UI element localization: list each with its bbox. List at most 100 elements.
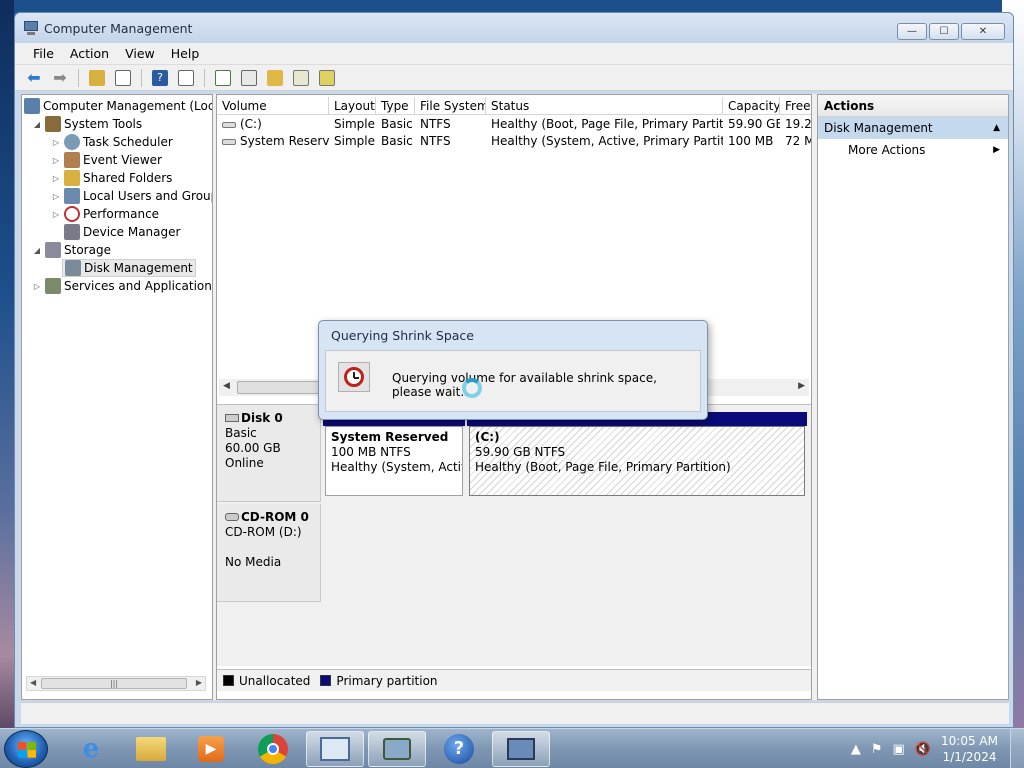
scrollbar-thumb[interactable]: [237, 381, 319, 394]
volume-muted-icon[interactable]: 🔇: [915, 742, 931, 757]
internet-explorer-icon: e: [82, 734, 100, 764]
dialog-body: Querying volume for available shrink spa…: [325, 350, 701, 412]
expand-icon[interactable]: ▷: [51, 138, 61, 147]
show-desktop-button[interactable]: [1010, 729, 1024, 768]
menu-view[interactable]: View: [117, 46, 163, 61]
disk-0-label[interactable]: Disk 0 Basic 60.00 GB Online: [217, 405, 321, 502]
taskbar: e ▶ ? ▲ ⚑ ▣ 🔇 10:05 AM 1/1/2024: [0, 728, 1024, 768]
start-button[interactable]: [4, 730, 48, 768]
volume-row[interactable]: (C:) Simple Basic NTFS Healthy (Boot, Pa…: [217, 116, 811, 133]
search-button[interactable]: [290, 67, 312, 89]
forward-button[interactable]: ➡: [49, 67, 71, 89]
settings-button[interactable]: [316, 67, 338, 89]
scroll-left-icon[interactable]: ◀: [223, 381, 230, 391]
up-level-button[interactable]: [86, 67, 108, 89]
refresh-button[interactable]: [212, 67, 234, 89]
partition-status: Healthy (Boot, Page File, Primary Partit…: [475, 460, 731, 474]
minimize-button[interactable]: —: [897, 23, 927, 40]
maximize-button[interactable]: ☐: [929, 23, 959, 40]
column-header-capacity[interactable]: Capacity: [723, 97, 780, 114]
querying-shrink-space-dialog: Querying Shrink Space Querying volume fo…: [318, 320, 708, 420]
collapse-up-icon[interactable]: ▲: [993, 117, 1000, 139]
tree-item-task-scheduler[interactable]: ▷ Task Scheduler: [51, 133, 173, 151]
column-header-type[interactable]: Type: [376, 97, 415, 114]
actions-section-disk-management[interactable]: Disk Management ▲: [818, 117, 1008, 139]
status-cell: Healthy (Boot, Page File, Primary Partit…: [491, 117, 723, 131]
expand-icon[interactable]: ▷: [32, 282, 42, 291]
taskbar-control-panel[interactable]: [306, 731, 364, 767]
scrollbar-thumb[interactable]: |||: [41, 678, 187, 689]
menu-help[interactable]: Help: [163, 46, 208, 61]
tree-item-label: Storage: [64, 243, 111, 257]
scroll-right-icon[interactable]: ▶: [798, 381, 805, 391]
type-cell: Basic: [381, 117, 413, 131]
disk-legend: Unallocated Primary partition: [217, 669, 811, 691]
toolbar-separator: [204, 68, 205, 87]
forward-arrow-icon: ➡: [53, 68, 67, 87]
column-header-status[interactable]: Status: [486, 97, 723, 114]
menu-file[interactable]: File: [25, 46, 62, 61]
actions-section-label: Disk Management: [824, 121, 933, 135]
hard-disk-icon: [225, 414, 239, 422]
tree-item-local-users[interactable]: ▷ Local Users and Groups: [51, 187, 213, 205]
tree-item-shared-folders[interactable]: ▷ Shared Folders: [51, 169, 172, 187]
collapse-icon[interactable]: ◢: [32, 246, 42, 255]
partition-size: 100 MB NTFS: [331, 445, 411, 459]
taskbar-chrome[interactable]: [244, 731, 302, 767]
tree-item-performance[interactable]: ▷ Performance: [51, 205, 159, 223]
taskbar-file-explorer[interactable]: [122, 731, 180, 767]
taskbar-computer-management[interactable]: [368, 731, 426, 767]
expand-icon[interactable]: ▷: [51, 210, 61, 219]
expand-icon[interactable]: ▷: [51, 156, 61, 165]
magnifier-icon: [293, 69, 309, 86]
column-header-layout[interactable]: Layout: [329, 97, 376, 114]
taskbar-help[interactable]: ?: [430, 731, 488, 767]
taskbar-media-player[interactable]: ▶: [182, 731, 240, 767]
expand-icon[interactable]: ▷: [51, 174, 61, 183]
tree-item-storage[interactable]: ◢ Storage: [32, 241, 111, 259]
tree-item-system-tools[interactable]: ◢ System Tools: [32, 115, 142, 133]
properties-button[interactable]: [238, 67, 260, 89]
close-icon: ✕: [978, 26, 988, 37]
partition-c[interactable]: (C:) 59.90 GB NTFS Healthy (Boot, Page F…: [469, 426, 805, 496]
title-bar[interactable]: Computer Management — ☐ ✕: [15, 13, 1013, 43]
column-header-volume[interactable]: Volume: [217, 97, 329, 114]
toolbar-separator: [141, 68, 142, 87]
back-button[interactable]: ⬅: [23, 67, 45, 89]
action-center-flag-icon[interactable]: ⚑: [871, 742, 883, 757]
taskbar-remote-desktop[interactable]: [492, 731, 550, 767]
network-icon[interactable]: ▣: [893, 742, 905, 757]
menu-action[interactable]: Action: [62, 46, 117, 61]
column-header-free[interactable]: Free: [780, 97, 811, 114]
tree-horizontal-scrollbar[interactable]: ◀ ||| ▶: [26, 676, 206, 691]
window-title: Computer Management: [44, 20, 193, 36]
column-header-file-system[interactable]: File System: [415, 97, 486, 114]
help-button[interactable]: ?: [149, 67, 171, 89]
expand-icon[interactable]: ▷: [51, 192, 61, 201]
show-hide-tree-button[interactable]: [112, 67, 134, 89]
close-button[interactable]: ✕: [961, 23, 1005, 40]
scroll-right-icon[interactable]: ▶: [196, 678, 202, 687]
computer-icon: [507, 738, 535, 760]
capacity-cell: 59.90 GB: [728, 117, 780, 131]
taskbar-internet-explorer[interactable]: e: [62, 731, 120, 767]
tree-item-event-viewer[interactable]: ▷ Event Viewer: [51, 151, 162, 169]
show-hidden-icons-icon[interactable]: ▲: [851, 742, 861, 757]
tree-item-computer-management[interactable]: Computer Management (Local: [24, 97, 212, 115]
tree-item-disk-management[interactable]: Disk Management: [62, 259, 196, 277]
file-system-cell: NTFS: [420, 117, 451, 131]
cdrom-0-label[interactable]: CD-ROM 0 CD-ROM (D:) No Media: [217, 504, 321, 602]
tree-item-services-and-applications[interactable]: ▷ Services and Applications: [32, 277, 212, 295]
volume-row[interactable]: System Reserved Simple Basic NTFS Health…: [217, 133, 811, 150]
partition-system-reserved[interactable]: System Reserved 100 MB NTFS Healthy (Sys…: [325, 426, 463, 496]
more-actions-label: More Actions: [848, 143, 926, 157]
show-hide-action-pane-button[interactable]: [175, 67, 197, 89]
more-actions-item[interactable]: More Actions ▶: [818, 139, 1008, 161]
system-clock[interactable]: 10:05 AM 1/1/2024: [941, 733, 998, 765]
open-button[interactable]: [264, 67, 286, 89]
scroll-left-icon[interactable]: ◀: [30, 678, 36, 687]
collapse-icon[interactable]: ◢: [32, 120, 42, 129]
tree-item-label: Local Users and Groups: [83, 189, 213, 203]
clock-time: 10:05 AM: [941, 734, 998, 748]
tree-item-device-manager[interactable]: Device Manager: [64, 223, 180, 241]
